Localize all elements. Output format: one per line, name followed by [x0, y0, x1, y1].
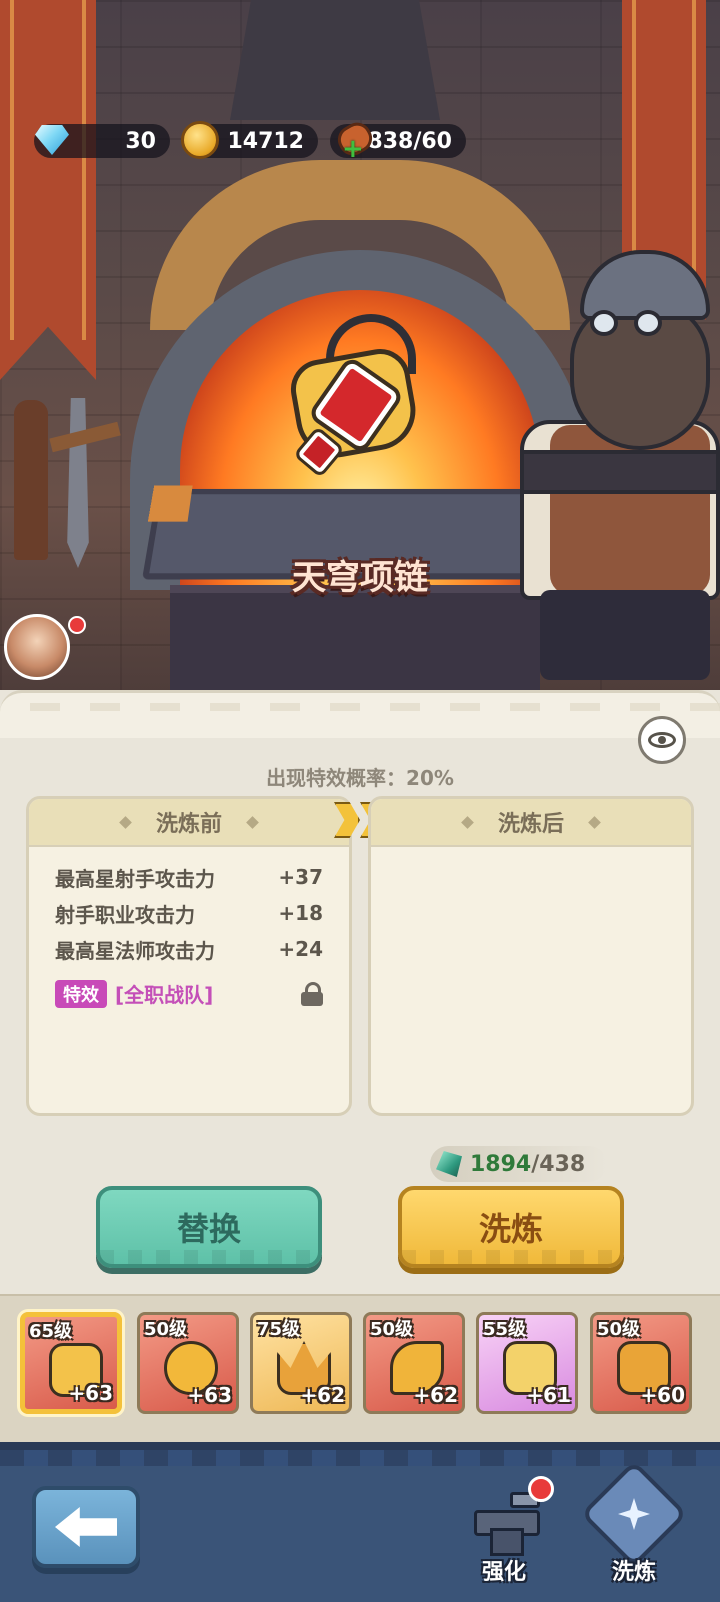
equipment-level: 50级 [597, 1319, 641, 1340]
stat-row: 射手职业攻击力 +18 [29, 895, 349, 931]
anvil-hammer-icon [474, 1488, 540, 1556]
preview-eye-button[interactable] [638, 716, 686, 764]
special-probability: 出现特效概率：20% [266, 766, 454, 790]
nav-tab-refine[interactable]: 洗炼 [574, 1460, 694, 1590]
necklace-item-icon [276, 314, 436, 494]
before-refine-card: 洗炼前 最高星射手攻击力 +37 射手职业攻击力 +18 最高星法师攻击力 +2… [26, 796, 352, 1116]
blacksmith-character [520, 250, 720, 700]
anvil-base [170, 585, 540, 695]
equipment-level: 50级 [370, 1319, 414, 1340]
nav-label-refine: 洗炼 [611, 1560, 656, 1585]
equipment-slot-ring[interactable]: 50级 +63 [137, 1312, 239, 1414]
equipment-bonus: +63 [68, 1381, 113, 1405]
special-value: [全职战队] [115, 983, 214, 1007]
lock-icon[interactable] [301, 981, 323, 1006]
replace-button[interactable]: 替换 [96, 1186, 322, 1268]
coin-counter[interactable]: 14712 [181, 121, 318, 159]
diamond-icon [30, 118, 74, 162]
stat-value: +24 [278, 937, 323, 961]
before-stat-list: 最高星射手攻击力 +37 射手职业攻击力 +18 最高星法师攻击力 +24 [29, 847, 349, 967]
refine-cost: 1894/438 [430, 1146, 608, 1182]
panel-header-trim [0, 690, 720, 738]
before-title: 洗炼前 [155, 812, 222, 837]
back-button[interactable] [32, 1486, 140, 1568]
cost-owned: 1894 [470, 1151, 532, 1177]
cost-required: /438 [531, 1151, 586, 1177]
stat-value: +18 [278, 901, 323, 925]
after-card-header: 洗炼后 [371, 799, 691, 847]
stamina-counter[interactable]: 5838/60 [330, 124, 466, 164]
gem-counter[interactable]: 30 [34, 124, 170, 158]
chimney [230, 0, 440, 120]
refine-star-icon [580, 1460, 688, 1568]
stat-row: 最高星射手攻击力 +37 [29, 859, 349, 895]
stat-name: 最高星射手攻击力 [55, 866, 215, 891]
equipment-slot-necklace[interactable]: 65级 +63 [20, 1312, 122, 1414]
equipment-level: 55级 [483, 1319, 527, 1340]
wall-banner-left [0, 0, 96, 380]
special-tag: 特效 [55, 979, 107, 1008]
special-effect-row: 特效 [全职战队] [29, 979, 349, 1008]
equipment-bonus: +60 [640, 1383, 685, 1407]
notification-dot [68, 616, 86, 634]
diamond-bullet-icon [246, 815, 259, 829]
equipment-slot-horn[interactable]: 50级 +62 [363, 1312, 465, 1414]
after-title: 洗炼后 [497, 812, 564, 837]
equipment-level: 65级 [29, 1321, 73, 1342]
stat-row: 最高星法师攻击力 +24 [29, 931, 349, 967]
equipment-bonus: +63 [187, 1383, 232, 1407]
nav-tab-strengthen[interactable]: 强化 [444, 1470, 564, 1590]
diamond-bullet-icon [119, 815, 132, 829]
before-card-header: 洗炼前 [29, 799, 349, 847]
stat-name: 最高星法师攻击力 [55, 938, 215, 963]
after-refine-card: 洗炼后 [368, 796, 694, 1116]
notification-dot [528, 1476, 554, 1502]
equipment-bonus: +62 [413, 1383, 458, 1407]
wooden-post [14, 400, 48, 560]
equipment-bonus: +62 [300, 1383, 345, 1407]
equipment-slot-crown[interactable]: 75级 +62 [250, 1312, 352, 1414]
eye-icon [648, 732, 676, 748]
equipment-level: 50级 [144, 1319, 188, 1340]
equipment-slot-armor[interactable]: 50级 +60 [590, 1312, 692, 1414]
forge-scene: 天穹项链 [0, 0, 720, 720]
diamond-bullet-icon [588, 815, 601, 829]
meat-add-icon[interactable] [326, 118, 370, 164]
stat-name: 射手职业攻击力 [55, 902, 195, 927]
player-avatar[interactable] [4, 614, 70, 680]
currency-bar: 30 14712 5838/60 [34, 121, 466, 164]
diamond-bullet-icon [461, 815, 474, 829]
refine-button[interactable]: 洗炼 [398, 1186, 624, 1268]
equipment-level: 75级 [257, 1319, 301, 1340]
equipment-bonus: +61 [526, 1383, 571, 1407]
equipment-slot-boots[interactable]: 55级 +61 [476, 1312, 578, 1414]
coin-icon [178, 118, 222, 162]
item-name: 天穹项链 [292, 558, 428, 598]
refine-stone-icon [436, 1151, 462, 1177]
stat-value: +37 [278, 865, 323, 889]
back-arrow-icon [55, 1507, 117, 1547]
nav-label-strengthen: 强化 [481, 1560, 526, 1585]
